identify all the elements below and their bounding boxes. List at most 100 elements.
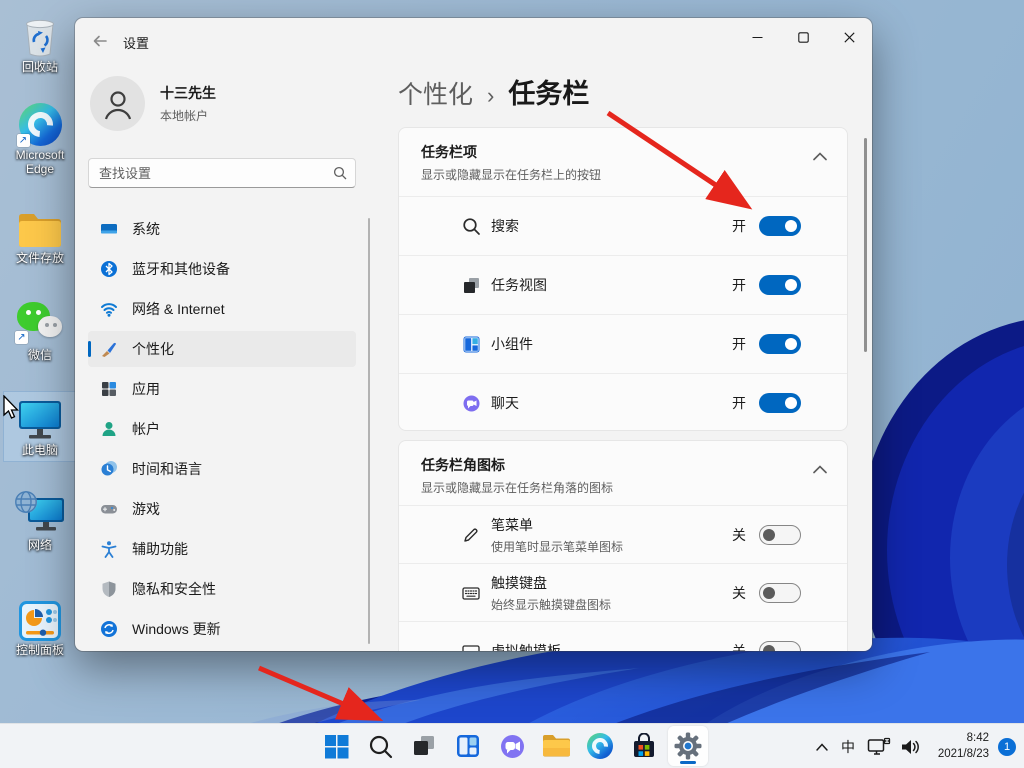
tray-time: 8:42 <box>931 731 989 747</box>
search-input[interactable] <box>88 158 356 188</box>
toggle-state-label: 开 <box>732 275 746 295</box>
file-explorer-button[interactable] <box>536 726 576 766</box>
desktop-icon-label: Microsoft Edge <box>4 149 76 177</box>
nav-item-personalization[interactable]: 个性化 <box>88 331 356 367</box>
setting-row-task-view: 任务视图 开 <box>399 255 847 314</box>
shortcut-arrow-icon: ↗ <box>15 331 28 344</box>
close-button[interactable] <box>826 18 872 56</box>
chat-toggle[interactable] <box>759 393 801 413</box>
recycle-bin-icon <box>20 12 60 58</box>
desktop-icon-label: 微信 <box>28 349 52 363</box>
back-button[interactable] <box>89 30 111 52</box>
desktop-icon-wechat[interactable]: ↗ 微信 <box>4 300 76 363</box>
system-tray: 中 8:42 2021/8/23 1 <box>815 724 1016 768</box>
network-tray-icon[interactable] <box>867 737 891 757</box>
pen-menu-toggle[interactable] <box>759 525 801 545</box>
window-title: 设置 <box>123 33 149 52</box>
network-icon <box>14 490 66 536</box>
shortcut-arrow-icon: ↗ <box>17 134 30 147</box>
apps-icon <box>100 380 118 398</box>
desktop-icon-control-panel[interactable]: 控制面板 <box>4 595 76 658</box>
desktop-icon-label: 文件存放 <box>16 252 64 266</box>
profile-account-type: 本地帐户 <box>160 107 216 124</box>
windows-logo-icon <box>324 734 349 759</box>
nav-item-accounts[interactable]: 帐户 <box>88 411 356 447</box>
chat-button[interactable] <box>492 726 532 766</box>
desktop-icon-edge[interactable]: ↗ Microsoft Edge <box>4 100 76 177</box>
taskbar-search-button[interactable] <box>360 726 400 766</box>
window-titlebar[interactable]: 设置 <box>75 18 872 62</box>
content-scrollbar[interactable] <box>864 138 867 352</box>
settings-gear-icon <box>674 732 702 760</box>
gamepad-icon <box>100 500 118 518</box>
shield-icon <box>100 580 118 598</box>
search-toggle[interactable] <box>759 216 801 236</box>
nav-item-privacy[interactable]: 隐私和安全性 <box>88 571 356 607</box>
setting-row-chat: 聊天 开 <box>399 373 847 431</box>
edge-button[interactable] <box>580 726 620 766</box>
ime-indicator[interactable]: 中 <box>838 737 858 757</box>
notification-badge[interactable]: 1 <box>998 738 1016 756</box>
setting-row-touch-keyboard: 触摸键盘 始终显示触摸键盘图标 关 <box>399 563 847 621</box>
toggle-state-label: 关 <box>732 641 746 652</box>
toggle-state-label: 关 <box>732 583 746 603</box>
nav-item-bluetooth[interactable]: 蓝牙和其他设备 <box>88 251 356 287</box>
task-view-toggle[interactable] <box>759 275 801 295</box>
search-icon <box>333 166 347 180</box>
setting-row-pen-menu: 笔菜单 使用笔时显示笔菜单图标 关 <box>399 505 847 563</box>
breadcrumb: 个性化 › 任务栏 <box>398 72 589 111</box>
sidebar-scrollbar[interactable] <box>368 218 370 644</box>
touchpad-icon <box>461 641 481 652</box>
settings-button[interactable] <box>668 726 708 766</box>
keyboard-icon <box>461 583 481 603</box>
bluetooth-icon <box>100 260 118 278</box>
chat-icon <box>499 733 526 760</box>
wifi-icon <box>100 300 118 318</box>
maximize-icon <box>798 32 809 43</box>
start-button[interactable] <box>316 726 356 766</box>
volume-icon[interactable] <box>900 738 922 756</box>
desktop-icon-network[interactable]: 网络 <box>4 490 76 553</box>
edge-icon <box>587 733 613 759</box>
chevron-up-icon[interactable] <box>813 465 827 474</box>
nav-item-windows-update[interactable]: Windows 更新 <box>88 611 356 647</box>
desktop-icon-folder[interactable]: 文件存放 <box>4 203 76 266</box>
nav-item-network[interactable]: 网络 & Internet <box>88 291 356 327</box>
store-button[interactable] <box>624 726 664 766</box>
nav-item-gaming[interactable]: 游戏 <box>88 491 356 527</box>
chevron-up-icon[interactable] <box>813 152 827 161</box>
card-header[interactable]: 任务栏项 显示或隐藏显示在任务栏上的按钮 <box>399 128 847 196</box>
widgets-toggle[interactable] <box>759 334 801 354</box>
desktop-icon-label: 回收站 <box>22 61 58 75</box>
card-header[interactable]: 任务栏角图标 显示或隐藏显示在任务栏角落的图标 <box>399 441 847 505</box>
touch-keyboard-toggle[interactable] <box>759 583 801 603</box>
clock[interactable]: 8:42 2021/8/23 <box>931 731 989 762</box>
close-icon <box>844 32 855 43</box>
avatar <box>90 76 145 131</box>
accessibility-icon <box>100 540 118 558</box>
widgets-icon <box>461 334 481 354</box>
nav-item-apps[interactable]: 应用 <box>88 371 356 407</box>
page-title: 任务栏 <box>508 72 589 111</box>
folder-icon <box>17 203 63 249</box>
card-taskbar-corner-icons: 任务栏角图标 显示或隐藏显示在任务栏角落的图标 笔菜单 使用笔时显示笔菜单图标 … <box>398 440 848 651</box>
user-profile[interactable]: 十三先生 本地帐户 <box>90 76 216 131</box>
pen-icon <box>461 525 481 545</box>
nav-item-time-language[interactable]: 时间和语言 <box>88 451 356 487</box>
desktop-icon-recycle-bin[interactable]: 回收站 <box>4 12 76 75</box>
desktop-icon-this-pc[interactable]: 此电脑 <box>4 392 76 461</box>
nav-item-accessibility[interactable]: 辅助功能 <box>88 531 356 567</box>
virtual-touchpad-toggle[interactable] <box>759 641 801 652</box>
breadcrumb-parent[interactable]: 个性化 <box>398 75 473 111</box>
wechat-icon: ↗ <box>17 300 63 346</box>
edge-icon: ↗ <box>19 100 62 146</box>
minimize-button[interactable] <box>734 18 780 56</box>
maximize-button[interactable] <box>780 18 826 56</box>
widgets-icon <box>455 733 481 759</box>
search-icon <box>461 216 481 236</box>
task-view-button[interactable] <box>404 726 444 766</box>
setting-row-virtual-touchpad: 虚拟触摸板 关 <box>399 621 847 651</box>
tray-chevron-up-icon[interactable] <box>815 742 829 752</box>
nav-item-system[interactable]: 系统 <box>88 211 356 247</box>
widgets-button[interactable] <box>448 726 488 766</box>
